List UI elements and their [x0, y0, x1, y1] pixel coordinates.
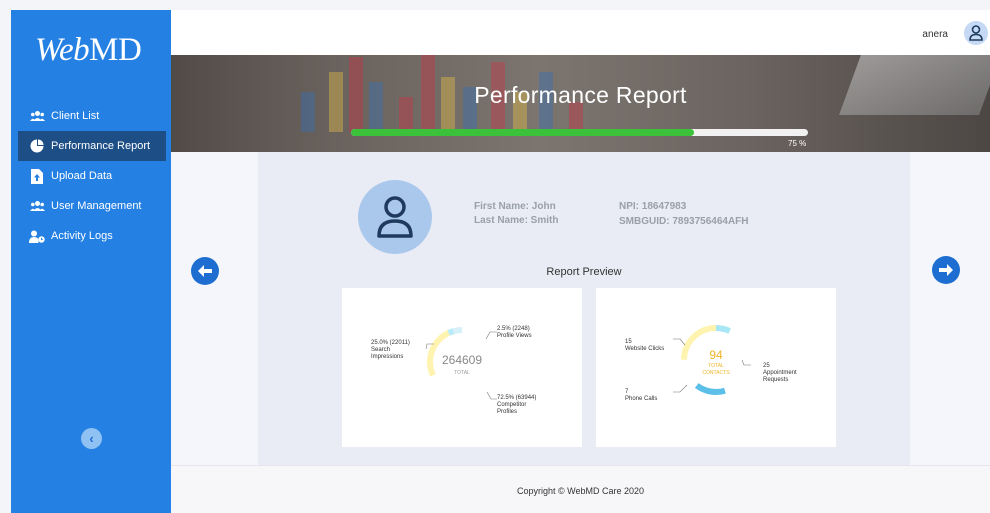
webmd-logo[interactable]: WebMD	[35, 32, 142, 69]
user-icon	[377, 196, 413, 238]
sidebar-item-performance-report[interactable]: Performance Report	[18, 131, 166, 161]
progress-label: 75 %	[788, 139, 807, 148]
users-cog-icon	[29, 198, 45, 214]
progress-bar-fill	[351, 129, 694, 136]
contacts-total-label-2: CONTACTS	[702, 370, 730, 376]
search-impressions-label: 25.0% (22011) Search Impressions	[371, 340, 410, 360]
previous-button[interactable]	[191, 257, 219, 285]
sidebar-item-label: Upload Data	[51, 170, 113, 182]
contacts-total: 94	[709, 348, 723, 362]
sidebar-item-client-list[interactable]: Client List	[18, 101, 166, 131]
sidebar-item-upload-data[interactable]: Upload Data	[18, 161, 166, 191]
user-icon	[969, 25, 983, 41]
npi: NPI: 18647983	[619, 201, 687, 212]
phone-calls-label: 7 Phone Calls	[625, 389, 658, 402]
left-pane	[171, 152, 258, 465]
impressions-donut-chart: 264609 TOTAL	[425, 327, 497, 400]
sidebar: WebMD Client List Performance Report Upl…	[11, 10, 171, 513]
top-bar: anera	[171, 10, 990, 55]
right-pane	[910, 152, 990, 465]
impressions-card[interactable]: 264609 TOTAL 25.0% (22011) Search Impres…	[342, 288, 582, 447]
user-clock-icon	[29, 228, 45, 244]
page-title: Performance Report	[474, 82, 687, 108]
sidebar-item-activity-logs[interactable]: Activity Logs	[18, 221, 166, 251]
provider-avatar	[358, 180, 432, 254]
arrow-right-icon	[939, 264, 953, 276]
arrow-left-icon	[198, 265, 212, 277]
username[interactable]: anera	[922, 29, 948, 40]
sidebar-nav: Client List Performance Report Upload Da…	[18, 101, 166, 251]
website-clicks-label: 15 Website Clicks	[625, 339, 665, 352]
contacts-card[interactable]: 94 TOTAL CONTACTS 15 Website Clicks 25 A…	[596, 288, 836, 447]
next-button[interactable]	[932, 256, 960, 284]
first-name: First Name: John	[474, 201, 556, 212]
competitor-profiles-label: 72.5% (63944) Competitor Profiles	[497, 395, 537, 415]
pie-chart-icon	[29, 138, 45, 154]
sidebar-item-label: Client List	[51, 110, 100, 122]
footer: Copyright © WebMD Care 2020	[171, 465, 990, 513]
sidebar-collapse-button[interactable]: ‹	[81, 428, 102, 449]
copyright-text: Copyright © WebMD Care 2020	[516, 486, 645, 496]
impressions-total-label: TOTAL	[454, 370, 470, 376]
impressions-total: 264609	[442, 353, 482, 367]
report-preview-title: Report Preview	[546, 266, 622, 278]
report-banner: Performance Report 75 %	[171, 55, 990, 152]
profile-views-label: 2.5% (2248) Profile Views	[497, 326, 532, 339]
user-avatar[interactable]	[964, 21, 988, 45]
chevron-left-icon: ‹	[89, 431, 94, 446]
users-icon	[29, 108, 45, 124]
smbguid: SMBGUID: 7893756464AFH	[619, 216, 749, 227]
sidebar-item-label: User Management	[51, 200, 142, 212]
appointment-requests-label: 25 Appointment Requests	[763, 363, 797, 383]
sidebar-item-label: Performance Report	[51, 140, 151, 152]
contacts-total-label-1: TOTAL	[708, 363, 724, 369]
file-upload-icon	[29, 168, 45, 184]
sidebar-item-user-management[interactable]: User Management	[18, 191, 166, 221]
report-progress-bar	[351, 129, 808, 136]
sidebar-item-label: Activity Logs	[51, 230, 113, 242]
contacts-donut-chart: 94 TOTAL CONTACTS	[673, 325, 751, 395]
last-name: Last Name: Smith	[474, 215, 559, 226]
